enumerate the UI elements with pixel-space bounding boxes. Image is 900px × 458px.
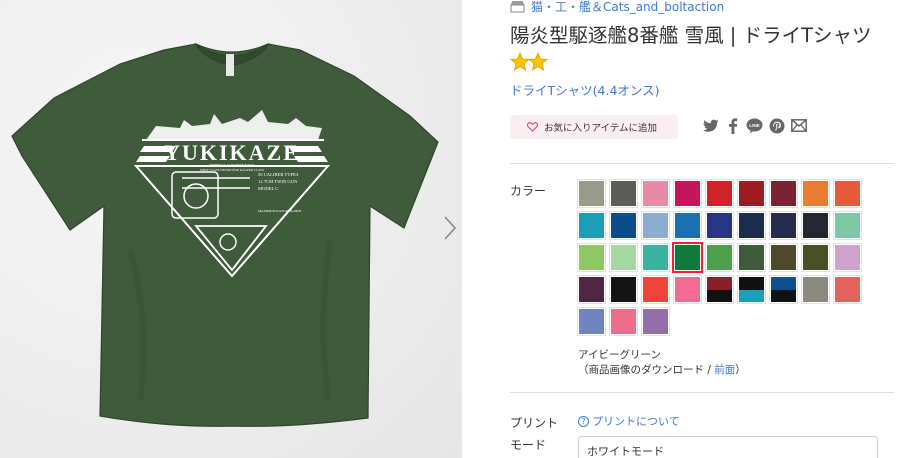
color-swatch[interactable]: [577, 275, 606, 304]
sparkle-stars-icon: [510, 52, 549, 71]
color-swatch[interactable]: [673, 179, 702, 208]
line-icon-text: LINE: [749, 123, 759, 128]
print-mode-label: プリント モード: [510, 412, 558, 456]
add-to-favorites-button[interactable]: お気に入りアイテムに追加: [510, 115, 678, 139]
product-title: 陽炎型駆逐艦8番艦 雪風 | ドライTシャツ: [510, 22, 900, 76]
color-swatch[interactable]: [641, 307, 670, 336]
color-swatch[interactable]: [769, 179, 798, 208]
color-swatch[interactable]: [801, 243, 830, 272]
color-swatch[interactable]: [705, 243, 734, 272]
color-swatch[interactable]: [737, 211, 766, 240]
shop-name: 猫・工・艦＆Cats_and_boltaction: [531, 0, 725, 14]
share-icons: LINE: [702, 117, 807, 134]
artwork-spec-3: MODEL C: [258, 186, 278, 191]
color-swatch[interactable]: [641, 243, 670, 272]
color-swatch[interactable]: [705, 211, 734, 240]
shop-icon: [510, 0, 525, 13]
color-swatch[interactable]: [577, 307, 606, 336]
color-swatch[interactable]: [769, 211, 798, 240]
color-swatch[interactable]: [801, 179, 830, 208]
color-swatch[interactable]: [705, 275, 734, 304]
color-swatch[interactable]: [672, 242, 703, 273]
download-prefix: （商品画像のダウンロード /: [578, 364, 715, 376]
color-swatch-top: [739, 277, 764, 290]
color-swatch[interactable]: [673, 211, 702, 240]
artwork-small-line-1: IMPERIAL JAPANESE NAVY: [210, 163, 255, 167]
twitter-icon[interactable]: [702, 117, 719, 134]
selected-color-info: アイビーグリーン （商品画像のダウンロード / 前面）: [578, 348, 746, 378]
color-swatch-bottom: [739, 289, 764, 302]
selected-color-name: アイビーグリーン: [578, 349, 661, 361]
line-icon[interactable]: LINE: [746, 117, 763, 134]
divider: [510, 392, 894, 393]
color-swatch[interactable]: [801, 275, 830, 304]
tshirt-tag: [226, 54, 234, 76]
add-to-favorites-label: お気に入りアイテムに追加: [544, 123, 658, 134]
product-type-link[interactable]: ドライTシャツ(4.4オンス): [510, 80, 660, 99]
heart-icon: [527, 122, 538, 132]
color-swatch[interactable]: [609, 179, 638, 208]
color-swatch[interactable]: [737, 179, 766, 208]
color-swatch-bottom: [707, 289, 732, 302]
color-swatch-top: [707, 277, 732, 290]
color-swatch[interactable]: [577, 179, 606, 208]
color-swatch[interactable]: [737, 275, 766, 304]
color-swatch[interactable]: [801, 211, 830, 240]
product-image[interactable]: YUKIKAZE IMPERIAL JAPANESE NAVY FIRST CL…: [0, 0, 462, 458]
print-mode-select[interactable]: ホワイトモード: [578, 436, 878, 458]
product-info-panel: 猫・工・艦＆Cats_and_boltaction 陽炎型駆逐艦8番艦 雪風 |…: [510, 0, 900, 458]
color-swatch[interactable]: [833, 243, 862, 272]
print-mode-label-line-2: モード: [510, 438, 547, 452]
color-swatch[interactable]: [577, 243, 606, 272]
color-swatch[interactable]: [769, 243, 798, 272]
pinterest-icon[interactable]: [768, 117, 785, 134]
color-swatch[interactable]: [641, 275, 670, 304]
print-help-text: プリントについて: [592, 415, 680, 428]
tshirt-image: YUKIKAZE IMPERIAL JAPANESE NAVY FIRST CL…: [11, 42, 439, 427]
color-swatch[interactable]: [769, 275, 798, 304]
color-label: カラー: [510, 184, 547, 198]
print-help-link[interactable]: ? プリントについて: [578, 413, 680, 429]
next-image-arrow-icon[interactable]: [440, 214, 460, 242]
color-swatch[interactable]: [833, 275, 862, 304]
artwork-small-line-2: FIRST CLASS DESTROYER KAGERO CLASS: [200, 168, 264, 172]
ship-name: YUKIKAZE: [164, 140, 300, 165]
shop-link[interactable]: 猫・工・艦＆Cats_and_boltaction: [510, 0, 724, 14]
color-swatch[interactable]: [609, 307, 638, 336]
color-swatch[interactable]: [833, 211, 862, 240]
artwork-spec-2: 12.7CM TWIN GUN: [258, 179, 298, 184]
color-swatch[interactable]: [609, 243, 638, 272]
download-suffix: ）: [735, 364, 746, 376]
color-swatch[interactable]: [641, 179, 670, 208]
color-swatch[interactable]: [609, 211, 638, 240]
color-swatch[interactable]: [673, 275, 702, 304]
artwork-spec-1: 50 CALIBER TYPE3: [258, 172, 299, 177]
color-swatch[interactable]: [705, 179, 734, 208]
facebook-icon[interactable]: [724, 117, 741, 134]
color-swatch[interactable]: [833, 179, 862, 208]
color-swatch-top: [771, 277, 796, 290]
download-front-link[interactable]: 前面: [714, 364, 735, 376]
color-swatch[interactable]: [609, 275, 638, 304]
color-swatch-bottom: [771, 289, 796, 302]
divider: [510, 163, 894, 164]
color-swatch[interactable]: [641, 211, 670, 240]
product-title-text: 陽炎型駆逐艦8番艦 雪風 | ドライTシャツ: [510, 24, 872, 47]
print-mode-label-line-1: プリント: [510, 416, 559, 430]
image-download-line: （商品画像のダウンロード / 前面）: [578, 363, 746, 378]
color-swatch[interactable]: [577, 211, 606, 240]
question-icon: ?: [578, 415, 589, 427]
mail-icon[interactable]: [790, 117, 807, 134]
color-swatch[interactable]: [737, 243, 766, 272]
